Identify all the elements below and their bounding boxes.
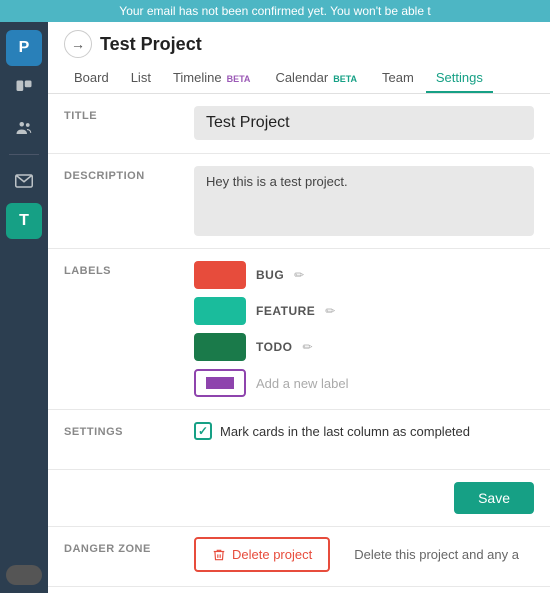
label-feature-color[interactable] (194, 297, 246, 325)
labels-list: BUG ✏ FEATURE ✏ TODO ✏ (194, 261, 534, 397)
page-title: Test Project (100, 34, 202, 55)
trash-icon (212, 548, 226, 562)
title-input[interactable]: Test Project (194, 106, 534, 140)
delete-button-label: Delete project (232, 547, 312, 562)
tab-settings[interactable]: Settings (426, 64, 493, 93)
notification-bar: Your email has not been confirmed yet. Y… (0, 0, 550, 22)
label-todo: TODO ✏ (194, 333, 534, 361)
settings-form: TITLE Test Project DESCRIPTION Hey this … (48, 94, 550, 593)
settings-checkbox[interactable]: ✓ (194, 422, 212, 440)
label-bug-color[interactable] (194, 261, 246, 289)
sidebar-bottom (6, 565, 42, 585)
save-button[interactable]: Save (454, 482, 534, 514)
calendar-beta-badge: BETA (330, 73, 360, 85)
danger-label: DANGER ZONE (48, 527, 178, 571)
title-value-container: Test Project (178, 94, 550, 153)
sidebar-avatar-p[interactable]: P (6, 30, 42, 66)
add-label-text[interactable]: Add a new label (256, 376, 349, 391)
settings-value-container: ✓ Mark cards in the last column as compl… (178, 410, 550, 469)
danger-description: Delete this project and any a (342, 537, 531, 572)
labels-container: BUG ✏ FEATURE ✏ TODO ✏ (178, 249, 550, 409)
label-bug-edit-icon[interactable]: ✏ (294, 268, 304, 282)
sidebar-trello-icon[interactable] (6, 70, 42, 106)
sidebar: P T (0, 22, 48, 593)
label-feature-edit-icon[interactable]: ✏ (325, 304, 335, 318)
description-label: DESCRIPTION (48, 154, 178, 248)
notification-text: Your email has not been confirmed yet. Y… (119, 4, 430, 18)
content-header: → Test Project Board List TimelineBETA C… (48, 22, 550, 94)
tab-board[interactable]: Board (64, 64, 119, 93)
sidebar-t-avatar[interactable]: T (6, 203, 42, 239)
tab-calendar[interactable]: CalendarBETA (265, 64, 370, 93)
label-todo-color[interactable] (194, 333, 246, 361)
check-mark-icon: ✓ (198, 424, 208, 438)
nav-tabs: Board List TimelineBETA CalendarBETA Tea… (64, 64, 534, 93)
label-todo-name: TODO (256, 340, 292, 354)
add-label-item[interactable]: Add a new label (194, 369, 534, 397)
sidebar-divider (9, 154, 39, 155)
description-input[interactable]: Hey this is a test project. (194, 166, 534, 236)
label-todo-edit-icon[interactable]: ✏ (302, 340, 312, 354)
label-bug: BUG ✏ (194, 261, 534, 289)
settings-check-text: Mark cards in the last column as complet… (220, 424, 470, 439)
title-row: TITLE Test Project (48, 94, 550, 154)
sidebar-toggle[interactable] (6, 565, 42, 585)
timeline-beta-badge: BETA (224, 73, 254, 85)
danger-value-container: Delete project Delete this project and a… (178, 527, 550, 582)
danger-zone-row: DANGER ZONE Delete project Delete this p… (48, 527, 550, 587)
tab-timeline[interactable]: TimelineBETA (163, 64, 264, 93)
label-feature-name: FEATURE (256, 304, 315, 318)
add-label-color-inner (206, 377, 234, 389)
description-value-container: Hey this is a test project. (178, 154, 550, 248)
save-row: Save (48, 470, 550, 527)
tab-list[interactable]: List (121, 64, 161, 93)
title-label: TITLE (48, 94, 178, 153)
settings-label: SETTINGS (48, 410, 178, 469)
label-feature: FEATURE ✏ (194, 297, 534, 325)
label-bug-name: BUG (256, 268, 284, 282)
sidebar-team-icon[interactable] (6, 110, 42, 146)
labels-label: LABELS (48, 249, 178, 409)
description-row: DESCRIPTION Hey this is a test project. (48, 154, 550, 249)
tab-team[interactable]: Team (372, 64, 424, 93)
back-button[interactable]: → (64, 30, 92, 58)
labels-row: LABELS BUG ✏ FEATURE ✏ (48, 249, 550, 410)
sidebar-mail-icon[interactable] (6, 163, 42, 199)
delete-project-button[interactable]: Delete project (194, 537, 330, 572)
add-label-color-box (194, 369, 246, 397)
settings-row: SETTINGS ✓ Mark cards in the last column… (48, 410, 550, 470)
header-top: → Test Project (64, 30, 534, 64)
settings-check-container: ✓ Mark cards in the last column as compl… (194, 422, 534, 440)
content-area: → Test Project Board List TimelineBETA C… (48, 22, 550, 593)
